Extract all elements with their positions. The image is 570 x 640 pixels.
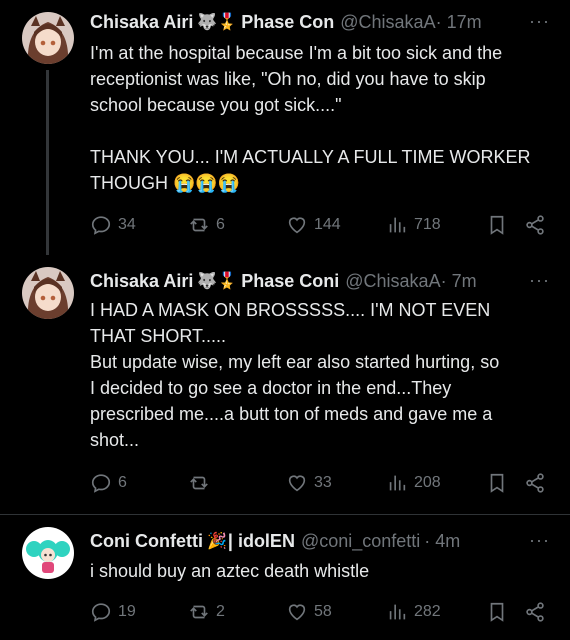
bookmark-icon xyxy=(490,602,504,622)
share-icon xyxy=(526,473,544,493)
views-button[interactable]: 718 xyxy=(386,214,441,236)
views-icon xyxy=(389,217,406,233)
action-bar: 19 2 58 282 xyxy=(90,601,556,625)
tweet-header: Coni Confetti 🎉 | idolEN @coni_confetti … xyxy=(90,530,556,552)
text-line: prescribed me....a butt ton of meds and … xyxy=(90,404,493,424)
tweet-text: I HAD A MASK ON BROSSSSS.... I'M NOT EVE… xyxy=(90,297,556,453)
bookmark-button[interactable] xyxy=(486,601,514,623)
like-count: 33 xyxy=(314,474,332,491)
like-button[interactable]: 58 xyxy=(286,601,332,623)
timestamp[interactable]: · 7m xyxy=(441,271,477,292)
avatar[interactable] xyxy=(22,12,74,64)
reply-icon xyxy=(91,474,111,493)
text-line: But update wise, my left ear also starte… xyxy=(90,352,500,372)
display-name[interactable]: Chisaka Airi xyxy=(90,271,193,292)
bookmark-button[interactable] xyxy=(486,472,514,494)
heart-icon xyxy=(288,217,306,234)
text-line: I decided to go see a doctor in the end.… xyxy=(90,378,452,398)
repost-button[interactable]: 6 xyxy=(188,214,225,236)
share-icon xyxy=(526,602,544,622)
text-line: THANK YOU... I'M ACTUALLY A FULL TIME WO… xyxy=(90,147,531,167)
tweet-2[interactable]: Chisaka Airi 🐺🎖️ Phase Coni @ChisakaA · … xyxy=(0,255,570,510)
avatar[interactable] xyxy=(22,527,74,579)
text-line: shot... xyxy=(90,430,140,450)
views-button[interactable]: 282 xyxy=(386,601,441,623)
share-button[interactable] xyxy=(524,214,552,236)
share-button[interactable] xyxy=(524,601,552,623)
repost-count: 6 xyxy=(216,216,225,233)
reply-icon xyxy=(91,603,111,622)
display-name[interactable]: Chisaka Airi xyxy=(90,12,193,33)
bookmark-icon xyxy=(490,473,504,493)
reply-button[interactable]: 34 xyxy=(90,214,136,236)
repost-button[interactable]: 2 xyxy=(188,601,225,623)
text-line: receptionist was like, "Oh no, did you h… xyxy=(90,69,486,89)
text-line xyxy=(90,118,556,144)
repost-icon xyxy=(190,218,208,232)
view-count: 282 xyxy=(414,603,441,620)
text-line: I'm at the hospital because I'm a bit to… xyxy=(90,43,503,63)
like-button[interactable]: 144 xyxy=(286,214,341,236)
tweet-text: i should buy an aztec death whistle xyxy=(90,558,556,584)
text-line: THOUGH 😭😭😭 xyxy=(90,173,241,193)
bookmark-button[interactable] xyxy=(486,214,514,236)
share-icon xyxy=(526,215,544,235)
like-button[interactable]: 33 xyxy=(286,472,332,494)
name-emoji-badges: 🐺🎖️ xyxy=(197,273,238,290)
action-bar: 6 33 208 xyxy=(90,472,556,496)
views-icon xyxy=(389,475,406,491)
timestamp[interactable]: · 4m xyxy=(424,531,460,552)
display-name[interactable]: Coni Confetti xyxy=(90,531,203,552)
bookmark-icon xyxy=(490,215,504,235)
reply-icon xyxy=(91,216,111,235)
views-icon xyxy=(389,604,406,620)
reply-count: 6 xyxy=(118,474,127,491)
repost-icon xyxy=(190,605,208,619)
repost-count: 2 xyxy=(216,603,225,620)
tweet-1[interactable]: Chisaka Airi 🐺🎖️ Phase Con @ChisakaA · 1… xyxy=(0,0,570,255)
name-emoji-badges: 🎉 xyxy=(206,533,227,550)
views-button[interactable]: 208 xyxy=(386,472,441,494)
text-line: THAT SHORT..... xyxy=(90,326,227,346)
timestamp[interactable]: · 17m xyxy=(436,12,482,33)
user-handle[interactable]: @ChisakaA xyxy=(340,12,435,33)
reply-button[interactable]: 6 xyxy=(90,472,127,494)
tweet-header: Chisaka Airi 🐺🎖️ Phase Coni @ChisakaA · … xyxy=(90,270,556,292)
view-count: 208 xyxy=(414,474,441,491)
repost-button[interactable] xyxy=(188,472,216,494)
view-count: 718 xyxy=(414,216,441,233)
user-handle[interactable]: @ChisakaA xyxy=(345,271,440,292)
tweet-3[interactable]: Coni Confetti 🎉 | idolEN @coni_confetti … xyxy=(0,515,570,640)
like-count: 144 xyxy=(314,216,341,233)
name-emoji-badges: 🐺🎖️ xyxy=(197,14,238,31)
share-button[interactable] xyxy=(524,472,552,494)
reply-count: 19 xyxy=(118,603,136,620)
heart-icon xyxy=(288,475,306,492)
text-line: I HAD A MASK ON BROSSSSS.... I'M NOT EVE… xyxy=(90,300,491,320)
text-line: i should buy an aztec death whistle xyxy=(90,561,370,581)
display-name-suffix[interactable]: | idolEN xyxy=(228,531,295,552)
like-count: 58 xyxy=(314,603,332,620)
more-options-icon[interactable]: ··· xyxy=(529,530,550,551)
reply-button[interactable]: 19 xyxy=(90,601,136,623)
thread-line xyxy=(46,70,49,255)
repost-icon xyxy=(190,476,208,490)
reply-count: 34 xyxy=(118,216,136,233)
action-bar: 34 6 144 718 xyxy=(90,214,556,238)
avatar[interactable] xyxy=(22,267,74,319)
display-name-suffix[interactable]: Phase Coni xyxy=(241,271,339,292)
more-options-icon[interactable]: ··· xyxy=(529,270,550,291)
tweet-header: Chisaka Airi 🐺🎖️ Phase Con @ChisakaA · 1… xyxy=(90,11,556,33)
heart-icon xyxy=(288,604,306,621)
display-name-suffix[interactable]: Phase Con xyxy=(241,12,334,33)
user-handle[interactable]: @coni_confetti xyxy=(301,531,420,552)
tweet-text: I'm at the hospital because I'm a bit to… xyxy=(90,40,556,196)
more-options-icon[interactable]: ··· xyxy=(529,11,550,32)
text-line: school because you got sick...." xyxy=(90,95,342,115)
